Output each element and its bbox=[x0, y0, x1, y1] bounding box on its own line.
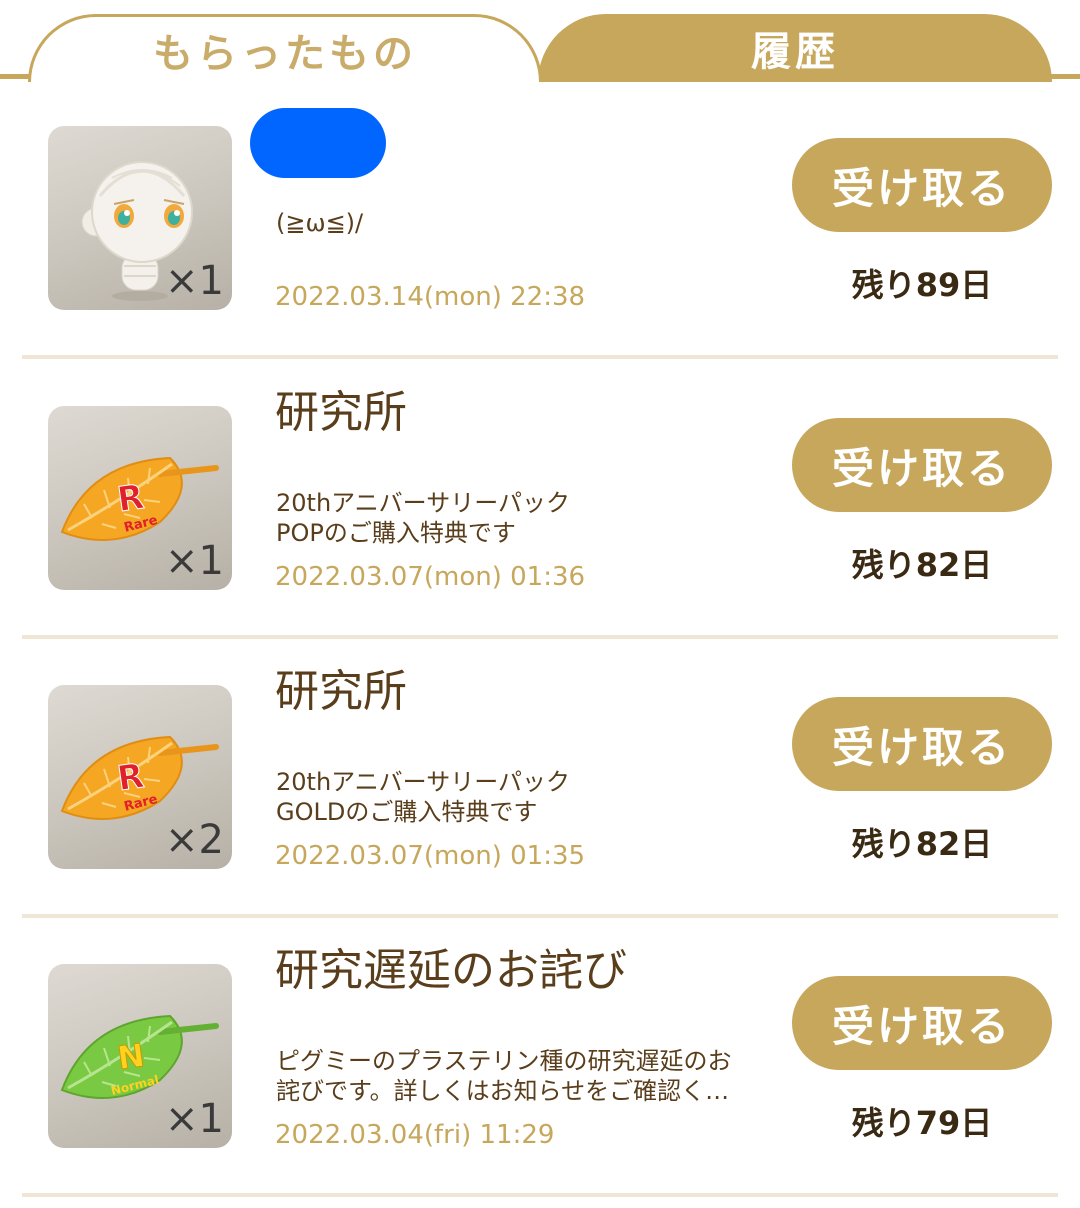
gift-row: R Rare ×1 研究所 20thアニバーサリーパック POPのご購入特典です… bbox=[0, 362, 1080, 641]
row-divider bbox=[22, 914, 1058, 918]
receive-button-label: 受け取る bbox=[831, 163, 1012, 213]
gift-quantity: ×1 bbox=[165, 1096, 224, 1142]
gift-date: 2022.03.14(mon) 22:38 bbox=[275, 282, 586, 312]
receive-button-label: 受け取る bbox=[831, 443, 1012, 493]
svg-text:N: N bbox=[115, 1036, 147, 1077]
receive-button[interactable]: 受け取る bbox=[792, 418, 1052, 512]
gift-quantity: ×2 bbox=[165, 817, 224, 863]
receive-button[interactable]: 受け取る bbox=[792, 697, 1052, 791]
gift-row: R Rare ×2 研究所 20thアニバーサリーパック GOLDのご購入特典で… bbox=[0, 641, 1080, 920]
gift-row: N Normal ×1 研究遅延のお詫び ピグミーのプラステリン種の研究遅延のお… bbox=[0, 920, 1080, 1199]
gift-description: 20thアニバーサリーパック POPのご購入特典です bbox=[276, 489, 570, 547]
gift-description: 20thアニバーサリーパック GOLDのご購入特典です bbox=[276, 768, 570, 826]
days-remaining: 残り82日 bbox=[851, 825, 993, 863]
row-divider bbox=[22, 355, 1058, 359]
gift-title: 研究所 bbox=[275, 387, 407, 438]
redacted-sender-name bbox=[250, 108, 386, 178]
receive-button[interactable]: 受け取る bbox=[792, 976, 1052, 1070]
gift-date: 2022.03.04(fri) 11:29 bbox=[275, 1120, 555, 1150]
tab-received[interactable]: もらったもの bbox=[28, 14, 542, 82]
gift-item-thumbnail: R Rare ×2 bbox=[48, 685, 232, 869]
gift-quantity: ×1 bbox=[165, 538, 224, 584]
gift-date: 2022.03.07(mon) 01:36 bbox=[275, 562, 586, 592]
tab-history[interactable]: 履歴 bbox=[538, 14, 1052, 82]
days-remaining: 残り82日 bbox=[851, 546, 993, 584]
gift-item-thumbnail: ×1 bbox=[48, 126, 232, 310]
receive-button-label: 受け取る bbox=[831, 1001, 1012, 1051]
svg-text:R: R bbox=[115, 477, 146, 520]
gift-description: (≧ω≦)/ bbox=[276, 209, 364, 237]
days-remaining: 残り89日 bbox=[851, 266, 993, 304]
gift-title: 研究遅延のお詫び bbox=[275, 945, 627, 996]
row-divider bbox=[22, 1193, 1058, 1197]
svg-text:R: R bbox=[115, 756, 146, 799]
gift-item-thumbnail: R Rare ×1 bbox=[48, 406, 232, 590]
gift-quantity: ×1 bbox=[165, 258, 224, 304]
gift-title: 研究所 bbox=[275, 666, 407, 717]
gift-date: 2022.03.07(mon) 01:35 bbox=[275, 841, 586, 871]
tab-received-label: もらったもの bbox=[153, 30, 417, 77]
days-remaining: 残り79日 bbox=[851, 1104, 993, 1142]
receive-button-label: 受け取る bbox=[831, 722, 1012, 772]
gift-item-thumbnail: N Normal ×1 bbox=[48, 964, 232, 1148]
gift-row: ×1 (≧ω≦)/ 2022.03.14(mon) 22:38 受け取る 残り8… bbox=[0, 82, 1080, 361]
tab-bar: もらったもの 履歴 bbox=[0, 0, 1080, 82]
gift-description: ピグミーのプラステリン種の研究遅延のお 詫びです。詳しくはお知らせをご確認く… bbox=[276, 1047, 732, 1105]
receive-button[interactable]: 受け取る bbox=[792, 138, 1052, 232]
row-divider bbox=[22, 635, 1058, 639]
tab-history-label: 履歴 bbox=[751, 29, 839, 75]
